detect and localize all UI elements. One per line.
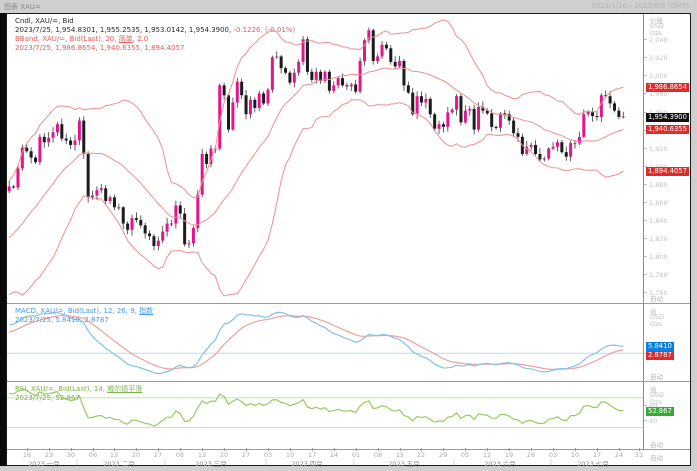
value-badge-rsi: 52.867	[646, 407, 674, 416]
time-axis-tick: 30	[67, 451, 75, 459]
macd-label: MACD, XAU/=, Bid(Last), 12, 26, 9, 指数	[15, 307, 153, 316]
price-pane-canvas[interactable]	[7, 14, 643, 303]
date-range-label: 2023/1/10 - 2023/8/6 (GMT)	[591, 2, 689, 10]
axis-tick-mark	[644, 75, 647, 76]
axis-tick-mark	[644, 405, 647, 406]
auto-scale-button[interactable]: 自动	[650, 439, 663, 449]
axis-tick-mark	[644, 148, 647, 149]
time-axis-tick: 24	[330, 451, 338, 459]
ax-price-tick: 1,920	[649, 145, 668, 153]
month-separator: |	[550, 458, 552, 466]
value-badge-band: 1,986.8654	[646, 83, 689, 92]
time-axis-tick: 06	[176, 451, 184, 459]
time-axis-tick: 06	[89, 451, 97, 459]
time-axis-tick: 27	[154, 451, 162, 459]
axis-tick-mark	[644, 184, 647, 185]
rsi-readout: 2023/7/25, 52.867	[15, 394, 142, 403]
time-axis-tick: 24	[615, 451, 623, 459]
macd-readout: 2023/7/25, 5.8410, 2.8787	[15, 316, 153, 325]
month-separator: |	[164, 458, 166, 466]
axis-tick-mark	[644, 220, 647, 221]
bollinger-label: BBand, XAU/=, Bid(Last), 20, 简单, 2.0	[15, 35, 295, 44]
month-separator: |	[453, 458, 455, 466]
axis-tick-mark	[644, 238, 647, 239]
macd-axis[interactable]: 值USDOzs05.84102.8787自动	[644, 305, 690, 381]
time-axis-tick: 05	[461, 451, 469, 459]
ax-macd-header: Ozs	[650, 320, 662, 328]
trading-chart-window: { "titlebar": { "title_left": "图表 XAU=",…	[0, 0, 697, 471]
time-axis-tick: 27	[242, 451, 250, 459]
price-axis[interactable]: 价格USDOzs2,0402,0202,0001,9801,9601,9401,…	[644, 14, 690, 303]
ax-price-tick: 1,820	[649, 235, 668, 243]
ax-price-tick: 2,000	[649, 72, 668, 80]
window-top-bar: 图表 XAU= 2023/1/10 - 2023/8/6 (GMT)	[0, 0, 697, 13]
ax-price-tick: 1,840	[649, 217, 668, 225]
value-badge-signal: 2.8787	[646, 351, 674, 360]
value-badge-band: 1,894.4057	[646, 167, 689, 176]
time-axis-tick: 31	[635, 451, 643, 459]
ax-price-tick: 1,880	[649, 181, 668, 189]
auto-scale-button[interactable]: 自动	[650, 452, 663, 462]
price-legend[interactable]: Cndl, XAU/=, Bid 2023/7/25, 1,954.8301, …	[15, 17, 295, 53]
rsi-label: RSI, XAU/=, Bid(Last), 14, 威尔德平滑	[15, 385, 142, 394]
time-axis-tick: 26	[527, 451, 535, 459]
ax-price-tick: 2,020	[649, 54, 668, 62]
axis-tick-mark	[644, 93, 647, 94]
time-axis-month-label: 2023 六月	[484, 458, 516, 468]
time-axis-month-label: 2023 三月	[195, 458, 227, 468]
chart-frame: Cndl, XAU/=, Bid 2023/7/25, 1,954.8301, …	[6, 13, 691, 466]
time-axis-month-label: 2023 四月	[291, 458, 323, 468]
ax-price-tick: 1,860	[649, 199, 668, 207]
ax-price-tick: 2,040	[649, 36, 668, 44]
pane-separator	[7, 381, 690, 382]
value-badge-last: 1,954.3900	[646, 113, 689, 122]
price-series-label: Cndl, XAU/=, Bid	[15, 17, 295, 26]
chart-title: 图表 XAU=	[4, 2, 41, 12]
time-axis-month-label: 2023 二月	[103, 458, 135, 468]
time-axis[interactable]: 1623300613202706132027031017240108152229…	[7, 450, 690, 467]
axis-tick-mark	[644, 57, 647, 58]
auto-scale-button[interactable]: 自动	[650, 371, 663, 381]
auto-scale-button[interactable]: 自动	[650, 293, 663, 303]
month-separator: |	[265, 458, 267, 466]
price-ohlc-readout: 2023/7/25, 1,954.8301, 1,955.2535, 1,953…	[15, 26, 295, 35]
axis-tick-mark	[644, 202, 647, 203]
ax-rsi-tick: 40	[649, 417, 657, 425]
axis-tick-mark	[644, 274, 647, 275]
time-axis-tick: 29	[439, 451, 447, 459]
ax-price-tick: 1,800	[649, 253, 668, 261]
value-badge-macd: 5.8410	[646, 342, 674, 351]
time-axis-month-label: 2023 一月	[28, 458, 60, 468]
rsi-axis[interactable]: 值USDOzs604052.867自动	[644, 383, 690, 449]
time-axis-month-label: 2023 五月	[388, 458, 420, 468]
time-axis-month-label: 2023 七月	[577, 458, 609, 468]
pane-separator	[7, 303, 690, 304]
value-badge-band: 1,940.6355	[646, 125, 689, 134]
month-separator: |	[76, 458, 78, 466]
month-separator: |	[353, 458, 355, 466]
rsi-legend[interactable]: RSI, XAU/=, Bid(Last), 14, 威尔德平滑 2023/7/…	[15, 385, 142, 403]
macd-legend[interactable]: MACD, XAU/=, Bid(Last), 12, 26, 9, 指数 20…	[15, 307, 153, 325]
bollinger-readout: 2023/7/25, 1,986.8654, 1,940.6355, 1,894…	[15, 44, 295, 53]
axis-tick-mark	[644, 292, 647, 293]
axis-tick-mark	[644, 420, 647, 421]
axis-tick-mark	[644, 256, 647, 257]
axis-tick-mark	[644, 39, 647, 40]
ax-price-tick: 1,780	[649, 271, 668, 279]
time-axis-tick: 08	[374, 451, 382, 459]
